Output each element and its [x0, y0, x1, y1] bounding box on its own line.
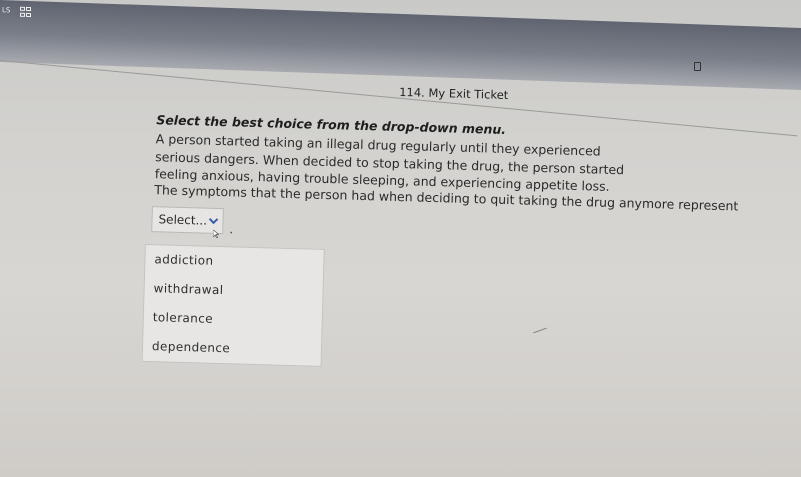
dropdown-options-list: addiction withdrawal tolerance dependenc…: [141, 243, 325, 367]
dropdown-option-dependence[interactable]: dependence: [152, 339, 231, 355]
page-title: 114. My Exit Ticket: [399, 84, 509, 103]
grid-icon[interactable]: [20, 6, 32, 19]
dropdown-option-addiction[interactable]: addiction: [154, 252, 213, 268]
document-icon[interactable]: [694, 62, 701, 71]
dropdown-selected-value: Select...: [158, 212, 208, 228]
question-panel: 114. My Exit Ticket Select the best choi…: [141, 60, 739, 394]
mouse-cursor-icon: [213, 229, 220, 238]
chevron-down-icon: [208, 218, 219, 225]
dropdown-option-withdrawal[interactable]: withdrawal: [153, 281, 223, 297]
dropdown-option-tolerance[interactable]: tolerance: [153, 310, 214, 326]
app-label: LS: [2, 6, 11, 15]
prompt-period: .: [229, 222, 234, 237]
